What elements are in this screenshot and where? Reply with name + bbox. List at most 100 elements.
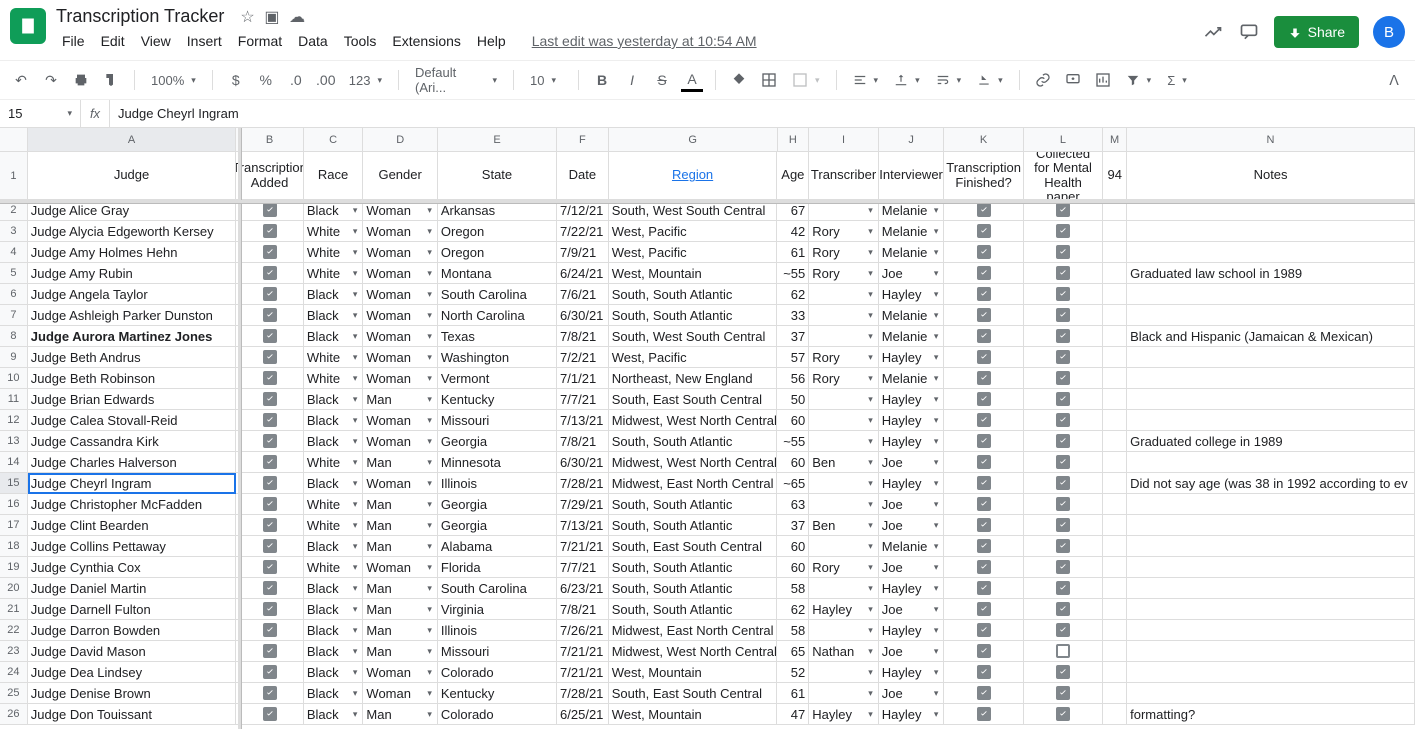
cell[interactable] bbox=[1127, 410, 1415, 431]
cell[interactable]: White bbox=[304, 263, 364, 284]
cell[interactable] bbox=[1103, 326, 1127, 347]
cell[interactable]: Joe bbox=[879, 641, 945, 662]
cell[interactable]: 37 bbox=[777, 326, 809, 347]
redo-icon[interactable]: ↷ bbox=[40, 68, 62, 92]
dropdown-cell[interactable]: Man bbox=[366, 602, 433, 617]
checkbox[interactable] bbox=[977, 392, 991, 406]
menu-insert[interactable]: Insert bbox=[181, 29, 228, 53]
cell[interactable]: Man bbox=[363, 599, 437, 620]
checkbox[interactable] bbox=[263, 623, 277, 637]
checkbox[interactable] bbox=[263, 392, 277, 406]
cell[interactable]: White bbox=[304, 557, 364, 578]
dropdown-cell[interactable]: Black bbox=[307, 434, 360, 449]
row-header-20[interactable]: 20 bbox=[0, 578, 28, 599]
cell[interactable] bbox=[236, 347, 304, 368]
cell[interactable]: Black bbox=[304, 599, 364, 620]
dropdown-cell[interactable]: Woman bbox=[366, 686, 433, 701]
cell[interactable] bbox=[1127, 242, 1415, 263]
cell[interactable] bbox=[1127, 599, 1415, 620]
row-header-10[interactable]: 10 bbox=[0, 368, 28, 389]
dropdown-cell[interactable]: White bbox=[307, 455, 360, 470]
undo-icon[interactable]: ↶ bbox=[10, 68, 32, 92]
dropdown-cell[interactable]: Hayley bbox=[812, 707, 875, 722]
cell[interactable] bbox=[236, 599, 304, 620]
cell[interactable] bbox=[944, 599, 1023, 620]
cell[interactable]: Black bbox=[304, 620, 364, 641]
checkbox[interactable] bbox=[1056, 497, 1070, 511]
col-header-B[interactable]: B bbox=[236, 128, 304, 152]
sheets-logo[interactable] bbox=[10, 8, 46, 44]
col-header-K[interactable]: K bbox=[944, 128, 1023, 152]
dropdown-cell[interactable]: Nathan bbox=[812, 644, 875, 659]
dropdown-cell[interactable]: Joe bbox=[882, 686, 941, 701]
header-cell[interactable]: Transcriber bbox=[809, 152, 879, 200]
cell[interactable] bbox=[809, 662, 879, 683]
cell[interactable] bbox=[1127, 221, 1415, 242]
cell[interactable] bbox=[1127, 452, 1415, 473]
cell[interactable] bbox=[1024, 326, 1103, 347]
chart-icon[interactable] bbox=[1092, 68, 1114, 92]
checkbox[interactable] bbox=[977, 434, 991, 448]
checkbox[interactable] bbox=[263, 707, 277, 721]
cell[interactable]: West, Mountain bbox=[609, 662, 778, 683]
row-header-13[interactable]: 13 bbox=[0, 431, 28, 452]
checkbox[interactable] bbox=[1056, 203, 1070, 217]
header-cell[interactable]: Gender bbox=[363, 152, 437, 200]
dropdown-cell[interactable]: Melanie bbox=[882, 371, 941, 386]
cell[interactable]: Woman bbox=[363, 431, 437, 452]
cell[interactable] bbox=[809, 431, 879, 452]
dropdown-cell[interactable]: Woman bbox=[366, 665, 433, 680]
cell[interactable]: Joe bbox=[879, 515, 945, 536]
checkbox[interactable] bbox=[977, 581, 991, 595]
cell[interactable] bbox=[809, 620, 879, 641]
dropdown-cell[interactable]: Hayley bbox=[882, 392, 941, 407]
cell[interactable]: 52 bbox=[777, 662, 809, 683]
cell[interactable]: 6/24/21 bbox=[557, 263, 609, 284]
dropdown-cell[interactable]: Woman bbox=[366, 329, 433, 344]
checkbox[interactable] bbox=[263, 497, 277, 511]
cell[interactable]: 65 bbox=[777, 641, 809, 662]
menu-extensions[interactable]: Extensions bbox=[386, 29, 466, 53]
cell[interactable]: Joe bbox=[879, 557, 945, 578]
currency-icon[interactable]: $ bbox=[225, 68, 247, 92]
checkbox[interactable] bbox=[1056, 623, 1070, 637]
checkbox[interactable] bbox=[263, 371, 277, 385]
checkbox[interactable] bbox=[1056, 560, 1070, 574]
dropdown-cell[interactable]: Woman bbox=[366, 371, 433, 386]
header-cell[interactable]: Transcription Added bbox=[236, 152, 304, 200]
cell[interactable]: South, South Atlantic bbox=[609, 599, 778, 620]
checkbox[interactable] bbox=[1056, 287, 1070, 301]
cell[interactable]: Black bbox=[304, 641, 364, 662]
cell[interactable] bbox=[1024, 389, 1103, 410]
checkbox[interactable] bbox=[263, 455, 277, 469]
italic-icon[interactable]: I bbox=[621, 68, 643, 92]
paint-format-icon[interactable] bbox=[100, 68, 122, 92]
dropdown-cell[interactable]: Black bbox=[307, 392, 360, 407]
functions-icon[interactable]: Σ bbox=[1163, 73, 1191, 88]
cell[interactable]: Rory bbox=[809, 242, 879, 263]
cell[interactable] bbox=[236, 305, 304, 326]
decrease-decimal-icon[interactable]: .0 bbox=[285, 68, 307, 92]
cell[interactable]: Melanie bbox=[879, 221, 945, 242]
cell[interactable] bbox=[944, 410, 1023, 431]
checkbox[interactable] bbox=[1056, 266, 1070, 280]
cell[interactable]: Black bbox=[304, 389, 364, 410]
cell[interactable]: South Carolina bbox=[438, 284, 557, 305]
cell[interactable] bbox=[944, 683, 1023, 704]
checkbox[interactable] bbox=[263, 518, 277, 532]
header-cell[interactable]: Age bbox=[777, 152, 809, 200]
cell[interactable]: South, South Atlantic bbox=[609, 305, 778, 326]
cell[interactable]: Black bbox=[304, 536, 364, 557]
cell[interactable]: 6/25/21 bbox=[557, 704, 609, 725]
col-header-J[interactable]: J bbox=[879, 128, 945, 152]
dropdown-cell[interactable]: Ben bbox=[812, 518, 875, 533]
cell[interactable] bbox=[1103, 599, 1127, 620]
cell[interactable] bbox=[1103, 515, 1127, 536]
cell[interactable]: Northeast, New England bbox=[609, 368, 778, 389]
dropdown-cell[interactable]: Woman bbox=[366, 476, 433, 491]
cell[interactable] bbox=[236, 557, 304, 578]
checkbox[interactable] bbox=[263, 245, 277, 259]
dropdown-cell[interactable]: Joe bbox=[882, 497, 941, 512]
cell[interactable]: Hayley bbox=[879, 410, 945, 431]
cell[interactable]: Rory bbox=[809, 347, 879, 368]
